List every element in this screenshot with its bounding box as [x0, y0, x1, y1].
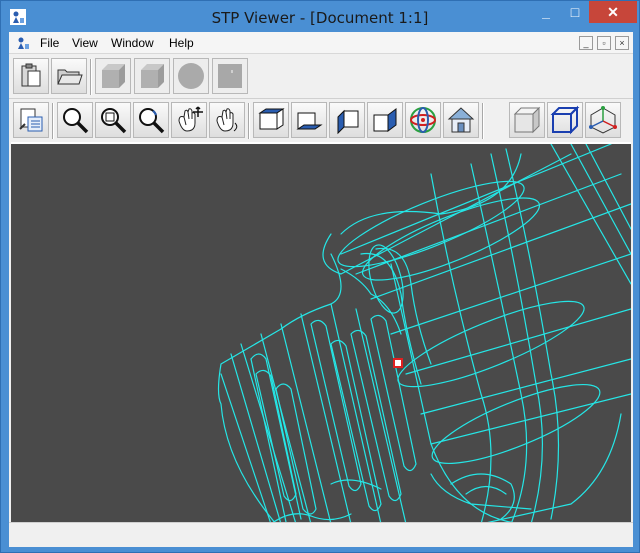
- zoom-undo-icon: [139, 108, 165, 134]
- open-button[interactable]: [51, 58, 87, 94]
- title-bar[interactable]: STP Viewer - [Document 1:1] _ □ ✕: [1, 1, 639, 33]
- toolbar-separator: [52, 103, 54, 139]
- face-button[interactable]: [212, 58, 248, 94]
- view-axo-icon: [410, 107, 436, 133]
- pan-button[interactable]: [171, 102, 207, 138]
- view-top-button[interactable]: [253, 102, 289, 138]
- rotate-button[interactable]: [209, 102, 245, 138]
- solid-box-alt-button[interactable]: [134, 58, 170, 94]
- close-button[interactable]: ✕: [589, 1, 637, 23]
- wireframe-model: [217, 144, 631, 522]
- maximize-icon: □: [570, 4, 580, 20]
- view-axo-button[interactable]: [405, 102, 441, 138]
- wireframe-icon: [550, 105, 580, 135]
- minimize-icon: _: [542, 4, 550, 20]
- view-bottom-icon: [296, 112, 323, 130]
- sphere-button[interactable]: [173, 58, 209, 94]
- view-toolbar: [9, 98, 633, 142]
- paste-icon: [21, 63, 41, 87]
- home-icon: [447, 107, 475, 133]
- zoom-window-icon: [101, 108, 127, 134]
- 3d-viewport[interactable]: [11, 142, 631, 522]
- zoom-button[interactable]: [57, 102, 93, 138]
- menu-bar: File View Window Help _ ▫ ×: [9, 32, 633, 54]
- paste-button[interactable]: [13, 58, 49, 94]
- mdi-minimize-button[interactable]: _: [579, 36, 593, 50]
- document-list-button[interactable]: [13, 102, 49, 138]
- rotate-hand-icon: [216, 108, 238, 132]
- toolbar-separator: [90, 59, 92, 95]
- status-bar: [9, 522, 633, 547]
- zoom-undo-button[interactable]: [133, 102, 169, 138]
- menu-help[interactable]: Help: [169, 36, 194, 50]
- sphere-icon: [178, 63, 204, 89]
- zoom-icon: [63, 108, 89, 134]
- view-left-icon: [337, 109, 359, 135]
- toolbar-separator: [482, 103, 484, 139]
- cube-face-icon: [218, 64, 242, 88]
- minimize-button[interactable]: _: [531, 1, 561, 23]
- menu-window[interactable]: Window: [111, 36, 154, 50]
- home-button[interactable]: [443, 102, 479, 138]
- document-icon[interactable]: [15, 35, 31, 51]
- axes-button[interactable]: [585, 102, 621, 138]
- maximize-button[interactable]: □: [561, 1, 589, 23]
- menu-view[interactable]: View: [72, 36, 98, 50]
- zoom-window-button[interactable]: [95, 102, 131, 138]
- toolbar-separator: [248, 103, 250, 139]
- shaded-icon: [513, 106, 541, 134]
- mdi-restore-button[interactable]: ▫: [597, 36, 611, 50]
- wireframe-button[interactable]: [547, 102, 583, 138]
- view-right-button[interactable]: [367, 102, 403, 138]
- view-left-button[interactable]: [329, 102, 365, 138]
- pivot-marker[interactable]: [393, 358, 403, 368]
- mdi-close-button[interactable]: ×: [615, 36, 629, 50]
- open-folder-icon: [57, 69, 83, 85]
- app-window: STP Viewer - [Document 1:1] _ □ ✕ File V…: [0, 0, 640, 553]
- close-icon: ✕: [607, 3, 619, 20]
- axes-icon: [589, 106, 617, 134]
- main-toolbar: [9, 55, 633, 97]
- view-right-icon: [373, 108, 397, 132]
- menu-file[interactable]: File: [40, 36, 59, 50]
- solid-box-button[interactable]: [95, 58, 131, 94]
- box-solid-icon: [102, 64, 125, 88]
- box-solid-alt-icon: [141, 64, 164, 88]
- document-list-icon: [19, 108, 43, 132]
- view-bottom-button[interactable]: [291, 102, 327, 138]
- view-top-icon: [258, 108, 285, 130]
- pan-move-icon: [178, 106, 203, 132]
- shaded-button[interactable]: [509, 102, 545, 138]
- client-area: File View Window Help _ ▫ ×: [9, 32, 633, 547]
